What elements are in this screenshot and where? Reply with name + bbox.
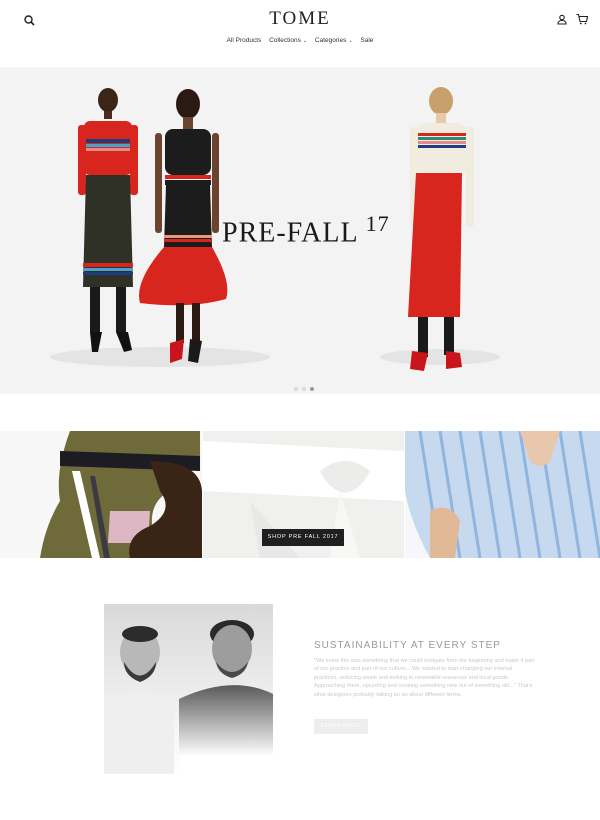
hero-title: PRE-FALL 17 <box>222 211 390 249</box>
sustainability-title: SUSTAINABILITY AT EVERY STEP <box>314 640 501 651</box>
slide-dot-active[interactable] <box>310 387 314 391</box>
nav-categories[interactable]: Categories ⌄ <box>315 37 353 44</box>
chevron-down-icon: ⌄ <box>348 38 353 44</box>
slide-indicators <box>292 378 316 391</box>
nav-label: All Products <box>226 37 262 44</box>
hero-slideshow[interactable]: PRE-FALL 17 <box>0 67 600 394</box>
nav-label: Collections <box>269 37 301 44</box>
nav-sale[interactable]: Sale <box>360 37 373 44</box>
site-header: TOME All Products Collections ⌄ Categorie… <box>0 0 600 66</box>
model-right <box>408 87 474 371</box>
model-middle <box>139 89 228 363</box>
nav-label: Sale <box>360 37 374 44</box>
nav-label: Categories <box>314 37 347 44</box>
account-icon[interactable] <box>555 13 569 27</box>
chevron-down-icon: ⌄ <box>302 38 308 44</box>
learn-more-button[interactable]: LEARN MORE <box>314 719 368 734</box>
nav-collections[interactable]: Collections ⌄ <box>269 37 307 44</box>
main-nav: All Products Collections ⌄ Categories ⌄ Sa… <box>0 37 600 44</box>
slide-dot[interactable] <box>302 387 306 391</box>
hero-title-suffix: 17 <box>365 211 390 236</box>
site-logo[interactable]: TOME <box>0 8 600 30</box>
hero-title-text: PRE-FALL <box>222 217 358 249</box>
shop-pre-fall-button[interactable]: SHOP PRE FALL 2017 <box>262 529 344 546</box>
nav-all-products[interactable]: All Products <box>227 37 262 44</box>
designers-portrait <box>104 604 273 774</box>
model-left <box>78 88 138 352</box>
slide-dot[interactable] <box>294 387 298 391</box>
cart-icon[interactable] <box>575 12 589 26</box>
sustainability-body: "We knew this was something that we coul… <box>314 658 535 698</box>
